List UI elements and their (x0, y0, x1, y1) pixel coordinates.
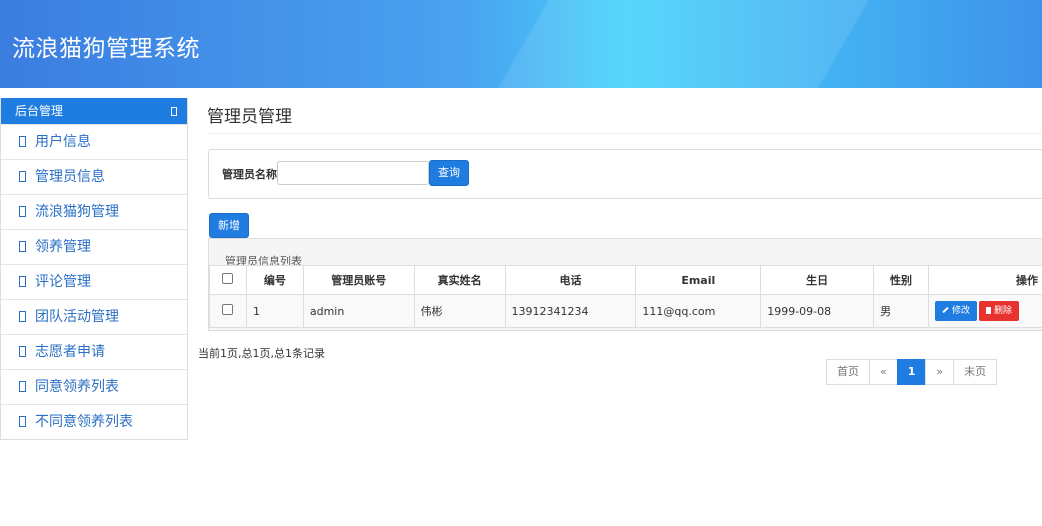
admin-name-input[interactable] (277, 161, 429, 185)
sidebar-item-label: 流浪猫狗管理 (35, 204, 119, 220)
sidebar-item-volunteer[interactable]: 志愿者申请 (1, 334, 187, 369)
prev-page-link[interactable]: « (869, 359, 898, 385)
column-header: 生日 (760, 265, 875, 295)
sidebar-item-label: 管理员信息 (35, 169, 105, 185)
column-header: 管理员账号 (302, 265, 415, 295)
first-page-link[interactable]: 首页 (826, 359, 870, 385)
select-all-checkbox[interactable] (222, 273, 234, 284)
sidebar-item-team-activities[interactable]: 团队活动管理 (1, 299, 187, 334)
cell-actions: 修改 删除 (928, 294, 1042, 328)
pagination: 首页 « 1 » 末页 (826, 359, 998, 385)
collapse-icon[interactable] (171, 107, 177, 116)
sidebar-item-user-info[interactable]: 用户信息 (1, 124, 187, 159)
row-checkbox[interactable] (222, 304, 234, 315)
search-label: 管理员名称 (222, 168, 277, 181)
menu-box-icon (19, 136, 26, 147)
cell-name: 伟彬 (413, 294, 506, 328)
sidebar-item-stray-animals[interactable]: 流浪猫狗管理 (1, 194, 187, 229)
sidebar-item-label: 评论管理 (35, 274, 91, 290)
menu-box-icon (19, 311, 26, 322)
sidebar-item-label: 团队活动管理 (35, 309, 119, 325)
cell-gender: 男 (873, 294, 929, 328)
menu-box-icon (19, 276, 26, 287)
menu-box-icon (19, 206, 26, 217)
last-page-link[interactable]: 末页 (953, 359, 998, 385)
record-info: 当前1页,总1页,总1条记录 (198, 347, 325, 360)
sidebar-item-comments[interactable]: 评论管理 (1, 264, 187, 299)
menu-box-icon (19, 241, 26, 252)
sidebar-item-label: 不同意领养列表 (35, 414, 133, 430)
column-header: 操作 (928, 265, 1042, 295)
app-title: 流浪猫狗管理系统 (12, 36, 200, 62)
search-panel: 管理员名称 查询 (208, 149, 1042, 199)
menu-box-icon (19, 346, 26, 357)
table-row: 1 admin 伟彬 13912341234 111@qq.com 1999-0… (209, 294, 1042, 328)
trash-icon (986, 307, 992, 314)
add-button[interactable]: 新增 (209, 213, 249, 238)
column-header: 编号 (245, 265, 304, 295)
sidebar-item-rejected-adoptions[interactable]: 不同意领养列表 (1, 404, 187, 439)
header-decoration (456, 0, 904, 88)
current-page[interactable]: 1 (896, 359, 927, 385)
cell-birthday: 1999-09-08 (760, 294, 875, 328)
sidebar-heading[interactable]: 后台管理 (1, 98, 187, 124)
column-header: 真实姓名 (413, 265, 506, 295)
sidebar-item-label: 同意领养列表 (35, 379, 119, 395)
sidebar-item-label: 志愿者申请 (35, 344, 105, 360)
row-select-cell (209, 294, 247, 328)
admin-table: 编号 管理员账号 真实姓名 电话 Email 生日 性别 操作 1 admin … (209, 265, 1042, 328)
delete-button[interactable]: 删除 (979, 301, 1020, 321)
sidebar-item-label: 用户信息 (35, 134, 91, 150)
sidebar-item-adoption[interactable]: 领养管理 (1, 229, 187, 264)
sidebar: 后台管理 用户信息 管理员信息 流浪猫狗管理 领养管理 评论管理 团队活动管理 … (0, 98, 188, 440)
edit-button[interactable]: 修改 (935, 301, 978, 321)
page-title: 管理员管理 (207, 107, 292, 127)
delete-label: 删除 (994, 306, 1013, 316)
sidebar-item-admin-info[interactable]: 管理员信息 (1, 159, 187, 194)
cell-id: 1 (245, 294, 304, 328)
column-header: Email (635, 265, 762, 295)
sidebar-heading-label: 后台管理 (15, 104, 64, 118)
query-button[interactable]: 查询 (429, 160, 469, 186)
sidebar-item-approved-adoptions[interactable]: 同意领养列表 (1, 369, 187, 404)
select-all-header (209, 265, 247, 295)
sidebar-item-label: 领养管理 (35, 239, 91, 255)
menu-box-icon (19, 416, 26, 427)
cell-phone: 13912341234 (504, 294, 637, 328)
app-header: 流浪猫狗管理系统 (0, 0, 1042, 88)
column-header: 电话 (504, 265, 637, 295)
menu-box-icon (19, 381, 26, 392)
title-divider (207, 133, 1042, 134)
menu-box-icon (19, 171, 26, 182)
table-panel: 管理员信息列表 编号 管理员账号 真实姓名 电话 Email 生日 性别 操作 … (208, 238, 1042, 331)
pencil-icon (942, 306, 949, 314)
column-header: 性别 (873, 265, 929, 295)
next-page-link[interactable]: » (925, 359, 955, 385)
cell-email: 111@qq.com (635, 294, 762, 328)
table-header-row: 编号 管理员账号 真实姓名 电话 Email 生日 性别 操作 (209, 265, 1042, 295)
edit-label: 修改 (952, 306, 971, 316)
cell-account: admin (302, 294, 415, 328)
